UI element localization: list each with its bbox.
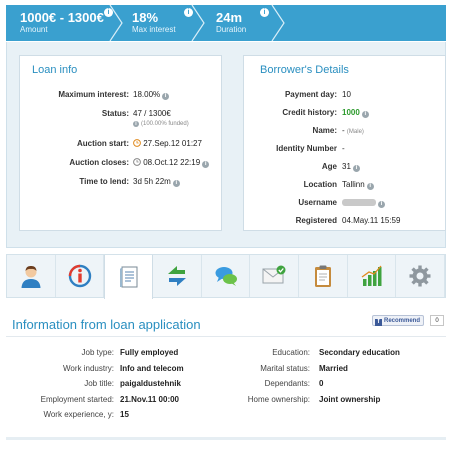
application-row-value: Joint ownership	[319, 394, 381, 404]
application-row-label: Dependants:	[264, 379, 310, 388]
registered-value: 04.May.11 15:59	[342, 216, 401, 225]
application-row-label: Home ownership:	[247, 394, 310, 404]
max-interest-label: Maximum interest:	[58, 90, 129, 99]
info-icon[interactable]: i	[172, 180, 180, 187]
auction-start-value: 27.Sep.12 01:27	[143, 139, 202, 148]
recommend-label: Recommend	[384, 318, 421, 324]
credit-history-label: Credit history:	[282, 108, 337, 117]
recommend-button[interactable]: f Recommend	[372, 315, 425, 326]
info-icon	[68, 264, 91, 288]
envelope-check-icon	[262, 265, 286, 284]
tab-info[interactable]	[56, 255, 105, 297]
tab-application[interactable]	[104, 255, 154, 299]
loan-summary-ribbon: 1000€ - 1300€ Amount i 18% Max interest …	[6, 5, 446, 41]
name-value: -	[342, 126, 345, 135]
auction-start-label: Auction start:	[77, 139, 129, 148]
amount-value: 1000€ - 1300€	[20, 10, 104, 25]
info-icon[interactable]: i	[352, 165, 360, 172]
recommend-count: 0	[430, 315, 444, 326]
application-row-value: 0	[319, 379, 324, 388]
status-label: Status:	[101, 109, 129, 118]
ribbon-chevron	[271, 5, 285, 41]
chat-bubbles-icon	[215, 267, 237, 286]
application-row: Education: Secondary education	[0, 348, 450, 358]
info-icon[interactable]: i	[361, 111, 369, 118]
info-icon[interactable]: i	[378, 201, 385, 208]
time-to-lend-value: 3d 5h 22m	[133, 177, 171, 186]
age-label: Age	[321, 162, 337, 171]
info-icon[interactable]: i	[366, 183, 374, 190]
tab-contracts[interactable]	[299, 255, 348, 297]
location-value: Tallinn	[342, 180, 365, 189]
loan-info-title: Loan info	[32, 64, 78, 76]
application-row: Home ownership: Joint ownership	[0, 395, 450, 405]
tab-settings[interactable]	[396, 255, 446, 297]
registered-label: Registered	[295, 216, 337, 225]
location-label: Location	[303, 180, 337, 189]
age-value: 31	[342, 162, 351, 171]
section-tabs	[6, 254, 446, 299]
loan-info-panel: Loan info Maximum interest: 18.00% i Stat…	[19, 55, 222, 231]
info-icon[interactable]: i	[202, 161, 210, 168]
document-icon	[119, 266, 138, 288]
interest-summary: 18% Max interest i	[114, 5, 198, 41]
application-row: Dependants: 0	[0, 379, 450, 389]
application-row-value: Married	[319, 363, 348, 373]
borrower-details-title: Borrower's Details	[260, 64, 349, 76]
interest-label: Max interest	[132, 25, 176, 34]
auction-closes-value: 08.Oct.12 22:19	[143, 158, 201, 167]
tab-messages[interactable]	[250, 255, 300, 297]
identity-value: -	[342, 144, 345, 153]
amount-summary: 1000€ - 1300€ Amount i	[6, 5, 114, 41]
tab-comments[interactable]	[202, 255, 251, 297]
details-panels: Loan info Maximum interest: 18.00% i Stat…	[6, 42, 446, 248]
payment-day-label: Payment day:	[284, 90, 337, 99]
tab-transactions[interactable]	[153, 255, 202, 297]
time-to-lend-label: Time to lend:	[79, 177, 129, 186]
credit-history-value: 1000	[342, 108, 360, 117]
tab-borrower[interactable]	[7, 255, 56, 297]
duration-info-icon[interactable]: i	[260, 8, 269, 17]
facebook-icon: f	[375, 319, 382, 326]
name-gender: (Male)	[346, 129, 364, 135]
application-row: Marital status: Married	[0, 364, 450, 374]
username-label: Username	[298, 198, 337, 207]
tab-statistics[interactable]	[348, 255, 397, 297]
person-icon	[21, 265, 41, 288]
section-divider	[6, 336, 446, 337]
application-row-label: Marital status:	[260, 363, 310, 373]
max-interest-value: 18.00%	[133, 90, 161, 99]
clock-icon	[133, 139, 141, 147]
clock-icon	[133, 158, 141, 166]
bar-chart-icon	[361, 265, 382, 286]
amount-label: Amount	[20, 25, 48, 34]
gear-icon	[409, 265, 431, 287]
application-row-label: Work experience, y:	[43, 410, 114, 419]
application-row-value: Secondary education	[319, 348, 400, 357]
info-icon: i	[133, 121, 139, 127]
payment-day-value: 10	[342, 90, 351, 99]
application-row-value: 15	[120, 410, 129, 419]
borrower-details-panel: Borrower's Details Payment day: 10 Credi…	[243, 55, 446, 231]
application-row-label: Education:	[272, 348, 310, 357]
application-row: Work experience, y: 15	[0, 410, 450, 420]
clipboard-icon	[314, 265, 331, 287]
footer-divider	[6, 437, 446, 440]
transfer-arrows-icon	[167, 266, 186, 286]
status-funded: (100.00% funded)	[141, 121, 189, 127]
auction-closes-label: Auction closes:	[69, 158, 129, 167]
info-icon[interactable]: i	[162, 93, 170, 100]
name-label: Name:	[312, 126, 337, 135]
username-redacted	[342, 199, 376, 206]
application-section-title: Information from loan application	[12, 317, 201, 332]
status-value: 47 / 1300€	[133, 109, 171, 118]
identity-label: Identity Number	[276, 144, 337, 153]
